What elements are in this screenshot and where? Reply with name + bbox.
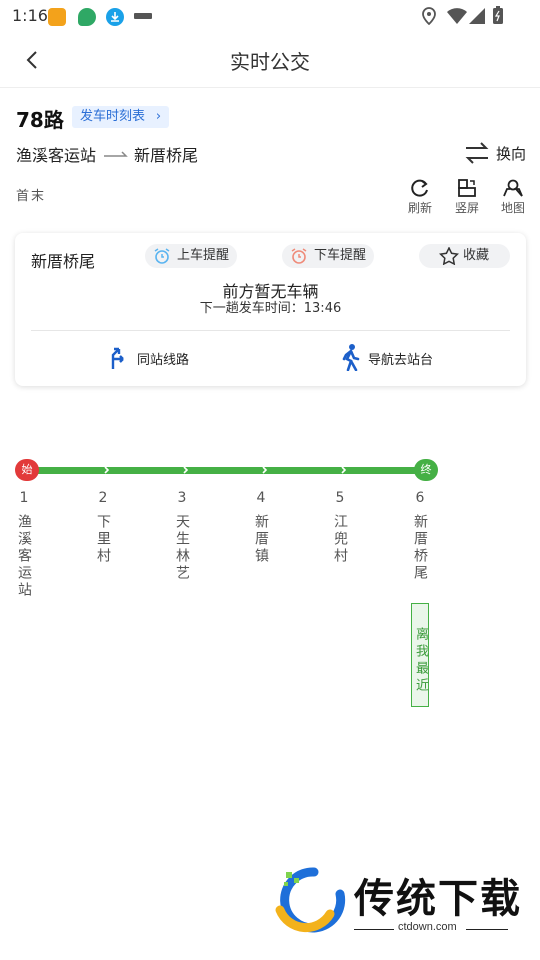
location-icon: [422, 7, 436, 25]
switch-direction-label: 换向: [496, 145, 527, 163]
station-1[interactable]: 1 渔溪客运站: [14, 490, 34, 599]
watermark-url: ctdown.com: [398, 921, 457, 933]
route-number: 78路: [16, 108, 64, 132]
station-name: 新厝桥尾: [412, 514, 428, 582]
refresh-icon: [411, 179, 428, 197]
alight-remind-button[interactable]: 下车提醒: [282, 244, 374, 268]
navigate-label: 导航去站台: [368, 353, 434, 368]
navigate-button[interactable]: 导航去站台: [340, 344, 460, 371]
station-number: 5: [335, 490, 345, 506]
chevron-right-icon: ›: [155, 109, 162, 124]
route-fork-icon: [111, 347, 124, 369]
card-divider: [31, 330, 510, 331]
station-number: 1: [19, 490, 29, 506]
watermark-logo-icon: [275, 867, 346, 933]
portrait-icon: [458, 179, 476, 197]
station-4[interactable]: 4 新厝镇: [251, 490, 271, 565]
map-label: 地图: [500, 201, 525, 215]
watermark-text: 传统下载: [354, 876, 522, 922]
station-number: 6: [415, 490, 425, 506]
download-icon: [106, 8, 124, 26]
origin-stop: 渔溪客运站: [16, 146, 97, 165]
signal-icon: [469, 8, 485, 24]
map-button[interactable]: 地图: [495, 178, 531, 216]
status-bar: 1:16: [0, 0, 540, 32]
chevron-right-icon: [183, 466, 189, 474]
nearest-station-tag: 离我最近: [411, 603, 429, 707]
refresh-label: 刷新: [407, 201, 432, 215]
chevron-right-icon: [104, 466, 110, 474]
route-line: [28, 467, 428, 474]
station-5[interactable]: 5 江兜村: [330, 490, 350, 565]
station-number: 4: [256, 490, 266, 506]
station-3[interactable]: 3 天生林艺: [172, 490, 192, 582]
same-station-lines-label: 同站线路: [137, 353, 190, 368]
wifi-icon: [447, 8, 467, 24]
refresh-button[interactable]: 刷新: [402, 178, 438, 216]
app-leaf-icon: [78, 8, 96, 26]
chevron-right-icon: [262, 466, 268, 474]
walking-person-icon: [342, 344, 360, 371]
next-departure-text: 下一趟发车时间：13:46: [199, 301, 342, 316]
map-icon: [503, 179, 523, 197]
battery-icon: [493, 6, 503, 24]
page-title: 实时公交: [230, 50, 310, 74]
portrait-button[interactable]: 竖屏: [449, 178, 485, 216]
destination-stop: 新厝桥尾: [134, 146, 199, 165]
card-stop-name: 新厝桥尾: [31, 252, 96, 271]
same-station-lines-button[interactable]: 同站线路: [105, 345, 215, 371]
portrait-label: 竖屏: [454, 201, 479, 215]
chevron-right-icon: [341, 466, 347, 474]
watermark-divider: [466, 929, 508, 930]
app-orange-icon: [48, 8, 66, 26]
switch-direction-button[interactable]: 换向: [462, 140, 532, 166]
station-name: 天生林艺: [174, 514, 190, 582]
status-time: 1:16: [12, 6, 48, 25]
swap-icon: [465, 142, 489, 164]
station-name: 新厝镇: [253, 514, 269, 565]
station-name: 江兜村: [332, 514, 348, 565]
star-icon: [439, 247, 459, 265]
alarm-clock-red-icon: [291, 248, 307, 264]
board-remind-label: 上车提醒: [177, 248, 230, 263]
timetable-button[interactable]: 发车时刻表 ›: [72, 106, 170, 128]
start-badge: 始: [15, 459, 39, 481]
alarm-clock-blue-icon: [154, 248, 170, 264]
stop-info-card: 新厝桥尾 上车提醒 下车提醒 收藏 前方暂无车辆 下一趟发车时间：13:46 同…: [15, 233, 526, 386]
watermark-divider: [354, 929, 394, 930]
board-remind-button[interactable]: 上车提醒: [145, 244, 237, 268]
station-6[interactable]: 6 新厝桥尾: [410, 490, 430, 582]
first-last-bus: 首末: [16, 189, 47, 204]
station-name: 下里村: [95, 514, 111, 565]
app-header: 实时公交: [0, 32, 540, 88]
app-text-icon: [134, 13, 152, 19]
favorite-button[interactable]: 收藏: [419, 244, 510, 268]
station-number: 3: [177, 490, 187, 506]
timetable-label: 发车时刻表: [80, 109, 146, 124]
end-badge: 终: [414, 459, 438, 481]
station-number: 2: [98, 490, 108, 506]
alight-remind-label: 下车提醒: [314, 248, 367, 263]
station-name: 渔溪客运站: [16, 514, 32, 599]
station-2[interactable]: 2 下里村: [93, 490, 113, 565]
favorite-label: 收藏: [463, 248, 490, 263]
direction-arrow-icon: [104, 151, 128, 157]
